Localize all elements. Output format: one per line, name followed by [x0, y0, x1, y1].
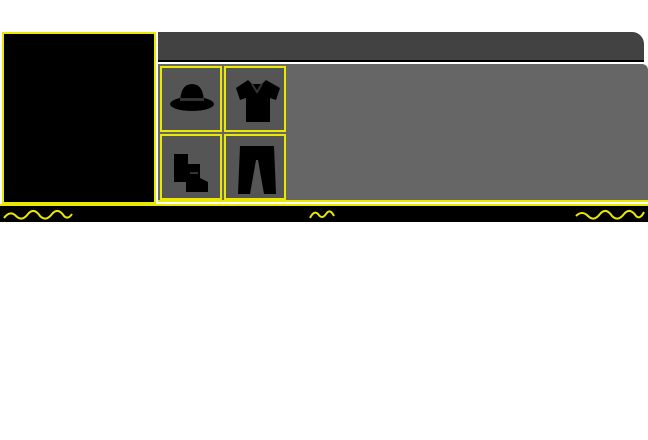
squiggle-right-icon: [575, 210, 645, 220]
equipment-panel: [0, 30, 648, 222]
slot-torso[interactable]: [224, 66, 286, 132]
pants-icon: [238, 146, 276, 194]
character-preview: [2, 32, 156, 204]
slot-feet[interactable]: [160, 134, 222, 200]
hat-icon: [170, 84, 214, 111]
boots-icon: [174, 154, 208, 192]
slot-legs[interactable]: [224, 134, 286, 200]
squiggle-center-icon: [309, 210, 335, 219]
slot-head[interactable]: [160, 66, 222, 132]
panel-top-bar: [158, 32, 644, 62]
panel-bottom-bar: [0, 204, 648, 222]
shirt-icon: [236, 80, 280, 122]
squiggle-left-icon: [3, 210, 73, 220]
